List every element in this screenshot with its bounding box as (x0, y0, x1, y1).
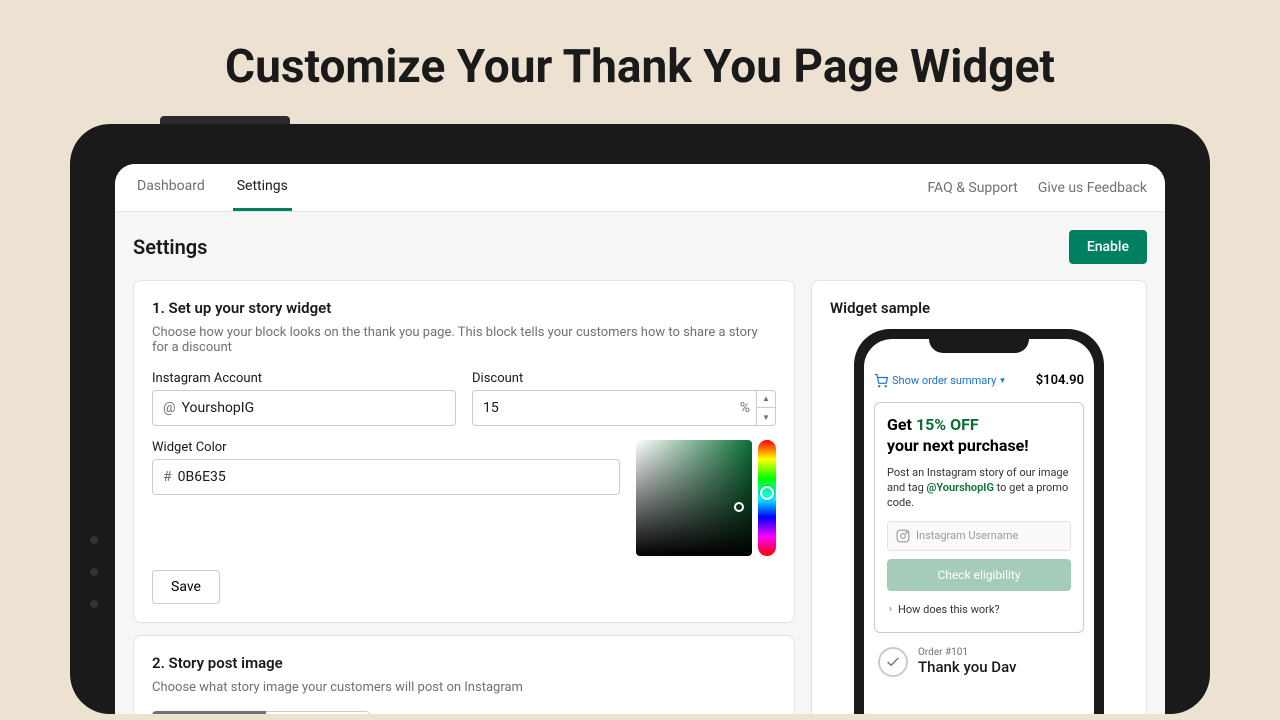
how-does-this-work[interactable]: › How does this work? (887, 599, 1071, 620)
enable-button[interactable]: Enable (1069, 230, 1147, 264)
discount-input-wrap[interactable]: % ▲ ▼ (472, 390, 776, 426)
discount-input[interactable] (483, 400, 734, 416)
color-input-wrap[interactable]: # (152, 459, 620, 495)
card2-title: 2. Story post image (152, 654, 776, 672)
toggle-custom[interactable]: Custom (266, 711, 370, 714)
ig-placeholder: Instagram Username (916, 529, 1018, 542)
cart-icon (874, 374, 888, 388)
ig-username-input[interactable]: Instagram Username (887, 521, 1071, 551)
image-source-toggle: Template Custom (152, 711, 370, 714)
color-picker[interactable] (636, 440, 776, 556)
order-number: Order #101 (918, 647, 1017, 658)
hero-title: Customize Your Thank You Page Widget (0, 0, 1280, 124)
ig-prefix: @ (163, 400, 176, 416)
page-title: Settings (133, 235, 207, 259)
saturation-box[interactable] (636, 440, 752, 556)
discount-step-down[interactable]: ▼ (757, 408, 775, 426)
card-story-image: 2. Story post image Choose what story im… (133, 635, 795, 714)
discount-step-up[interactable]: ▲ (757, 390, 775, 408)
color-input[interactable] (178, 469, 609, 485)
check-eligibility-button[interactable]: Check eligibility (887, 559, 1071, 591)
tab-bar: Dashboard Settings FAQ & Support Give us… (115, 164, 1165, 212)
color-label: Widget Color (152, 440, 620, 455)
toggle-template[interactable]: Template (152, 711, 266, 714)
discount-suffix: % (740, 400, 750, 416)
tab-settings[interactable]: Settings (233, 164, 292, 211)
color-prefix: # (163, 469, 172, 485)
promo-body: Post an Instagram story of our image and… (887, 465, 1071, 511)
ig-input[interactable] (182, 400, 445, 416)
order-confirmation: Order #101 Thank you Dav (874, 647, 1084, 677)
card-setup-widget: 1. Set up your story widget Choose how y… (133, 280, 795, 623)
thank-you-text: Thank you Dav (918, 658, 1017, 676)
chevron-down-icon: ▾ (1000, 376, 1005, 386)
card-widget-sample: Widget sample Show order summary ▾ (811, 280, 1147, 714)
promo-heading: Get 15% OFFyour next purchase! (887, 415, 1071, 457)
summary-label: Show order summary (892, 374, 996, 387)
sample-title: Widget sample (830, 299, 1128, 317)
link-faq[interactable]: FAQ & Support (927, 180, 1017, 196)
phone-preview: Show order summary ▾ $104.90 Get 15% OFF… (854, 329, 1104, 714)
ig-label: Instagram Account (152, 371, 456, 386)
instagram-icon (896, 529, 910, 543)
card2-desc: Choose what story image your customers w… (152, 680, 776, 695)
order-summary-toggle[interactable]: Show order summary ▾ (874, 374, 1005, 388)
chevron-right-icon: › (889, 604, 892, 615)
hue-slider[interactable] (758, 440, 776, 556)
card1-title: 1. Set up your story widget (152, 299, 776, 317)
checkmark-icon (878, 647, 908, 677)
save-button[interactable]: Save (152, 570, 220, 604)
card1-desc: Choose how your block looks on the thank… (152, 325, 776, 355)
order-total: $104.90 (1036, 373, 1084, 388)
discount-label: Discount (472, 371, 776, 386)
tab-dashboard[interactable]: Dashboard (133, 164, 209, 211)
tablet-frame: Dashboard Settings FAQ & Support Give us… (70, 124, 1210, 714)
ig-input-wrap[interactable]: @ (152, 390, 456, 426)
promo-widget: Get 15% OFFyour next purchase! Post an I… (874, 402, 1084, 633)
link-feedback[interactable]: Give us Feedback (1038, 180, 1147, 196)
